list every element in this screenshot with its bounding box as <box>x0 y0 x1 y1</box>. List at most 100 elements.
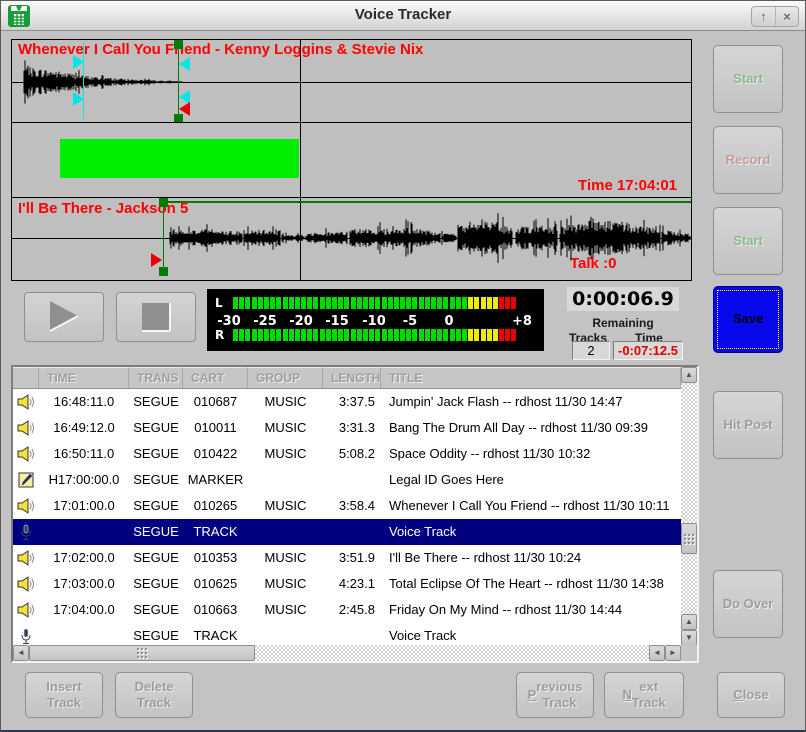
cell-length: 4:23.1 <box>323 571 381 597</box>
log-row-selected[interactable]: SEGUETRACKVoice Track <box>13 519 681 545</box>
speaker-icon <box>17 394 35 410</box>
column-header-title[interactable]: TITLE <box>381 367 681 389</box>
track1-waveform-pane[interactable]: Whenever I Call You Friend - Kenny Loggi… <box>12 40 691 123</box>
horizontal-scrollbar[interactable]: ◄ ◄ ► <box>13 645 681 661</box>
cell-trans: SEGUE <box>129 597 183 623</box>
do-over-button[interactable]: Do Over <box>713 570 783 638</box>
meter-segment-yellow <box>487 297 492 309</box>
cell-icon <box>13 597 39 623</box>
cell-title: Total Eclipse Of The Heart -- rdhost 11/… <box>381 571 681 597</box>
cell-group: MUSIC <box>248 597 323 623</box>
speaker-icon <box>17 498 35 514</box>
titlebar[interactable]: Voice Tracker ↑ × <box>1 1 805 31</box>
cell-time: 17:01:00.0 <box>39 493 129 519</box>
start-handle-icon[interactable] <box>179 102 190 116</box>
scroll-up-button[interactable]: ▲ <box>681 367 697 383</box>
start-handle-icon[interactable] <box>151 253 162 267</box>
meter-segment-green <box>332 329 337 341</box>
shade-button[interactable]: ↑ <box>752 7 775 26</box>
voicetrack-pane[interactable]: Time 17:04:01 <box>12 123 691 198</box>
speaker-icon <box>17 446 35 462</box>
record-button[interactable]: Record <box>713 126 783 194</box>
meter-segment-yellow <box>493 297 498 309</box>
insert-track-button[interactable]: InsertTrack <box>25 672 103 718</box>
cell-trans: SEGUE <box>129 571 183 597</box>
meter-segment-green <box>443 297 448 309</box>
scroll-right-button[interactable]: ► <box>665 645 681 661</box>
column-header-length[interactable]: LENGTH <box>323 367 381 389</box>
scroll-left-button[interactable]: ◄ <box>649 645 665 661</box>
track2-start-line[interactable] <box>163 198 164 276</box>
meter-segment-green <box>276 329 281 341</box>
cell-cart: 010011 <box>183 415 248 441</box>
track2-waveform-pane[interactable]: I'll Be There - Jackson 5 Talk :0 <box>12 198 691 278</box>
column-header-cart[interactable]: CART <box>183 367 248 389</box>
log-row[interactable]: H17:00:00.0SEGUEMARKERLegal ID Goes Here <box>13 467 681 493</box>
horizontal-scroll-track[interactable] <box>255 645 649 661</box>
meter-segment-yellow <box>481 297 486 309</box>
microphone-icon <box>21 628 31 645</box>
stop-button[interactable] <box>116 292 196 342</box>
meter-segment-green <box>313 329 318 341</box>
meter-left-label: L <box>215 296 233 310</box>
log-row[interactable]: 17:03:00.0SEGUE010625MUSIC4:23.1Total Ec… <box>13 571 681 597</box>
meter-segment-green <box>431 297 436 309</box>
play-button[interactable] <box>24 292 104 342</box>
column-header-time[interactable]: TIME <box>39 367 129 389</box>
scroll-up-button[interactable]: ▲ <box>681 614 697 630</box>
segue-handle-icon[interactable] <box>159 198 168 207</box>
scroll-left-button[interactable]: ◄ <box>13 645 29 661</box>
close-button[interactable]: Close <box>717 672 785 718</box>
cell-group: MUSIC <box>248 545 323 571</box>
cell-time: 16:49:12.0 <box>39 415 129 441</box>
voice-track-region[interactable] <box>60 139 299 178</box>
cell-trans: SEGUE <box>129 545 183 571</box>
fade-handle-icon[interactable] <box>179 57 190 71</box>
log-row[interactable]: SEGUETRACKVoice Track <box>13 623 681 647</box>
meter-segment-red <box>511 329 516 341</box>
next-track-button[interactable]: NextTrack <box>604 672 684 718</box>
meter-segment-green <box>437 297 442 309</box>
start-track1-button[interactable]: Start <box>713 45 783 113</box>
segue-handle-icon[interactable] <box>159 267 168 276</box>
cell-length <box>323 519 381 545</box>
meter-scale-tick: -5 <box>403 314 417 329</box>
column-header-icon[interactable] <box>13 367 39 389</box>
cell-cart: 010265 <box>183 493 248 519</box>
previous-track-button[interactable]: PreviousTrack <box>516 672 594 718</box>
fade-handle-icon[interactable] <box>73 55 84 69</box>
meter-scale-tick: -25 <box>253 314 277 329</box>
hit-post-button[interactable]: Hit Post <box>713 391 783 459</box>
log-row[interactable]: 17:04:00.0SEGUE010663MUSIC2:45.8Friday O… <box>13 597 681 623</box>
column-header-trans[interactable]: TRANS <box>129 367 183 389</box>
meter-segment-green <box>437 329 442 341</box>
vertical-scroll-thumb[interactable] <box>681 523 697 554</box>
close-window-button[interactable]: × <box>775 7 798 26</box>
log-row[interactable]: 16:50:11.0SEGUE010422MUSIC5:08.2Space Od… <box>13 441 681 467</box>
log-row[interactable]: 16:49:12.0SEGUE010011MUSIC3:31.3Bang The… <box>13 415 681 441</box>
meter-segment-red <box>511 297 516 309</box>
fade-handle-icon[interactable] <box>73 92 84 106</box>
save-button[interactable]: Save <box>713 286 783 353</box>
meter-segment-green <box>369 297 374 309</box>
vertical-scroll-track[interactable] <box>681 383 697 614</box>
audio-level-meter: L -30-25-20-15-10-50+8 R <box>207 289 544 351</box>
cell-trans: SEGUE <box>129 415 183 441</box>
segue-handle-icon[interactable] <box>174 40 183 49</box>
scroll-down-button[interactable]: ▼ <box>681 630 697 646</box>
start-track2-button[interactable]: Start <box>713 207 783 275</box>
meter-segment-green <box>270 297 275 309</box>
meter-segment-green <box>351 329 356 341</box>
cell-icon <box>13 389 39 415</box>
meter-segment-green <box>313 297 318 309</box>
cell-cart: TRACK <box>183 519 248 545</box>
column-header-group[interactable]: GROUP <box>248 367 323 389</box>
remaining-label: Remaining <box>567 316 679 330</box>
vertical-scrollbar[interactable]: ▲ ▲ ▼ <box>681 367 697 646</box>
delete-track-button[interactable]: DeleteTrack <box>115 672 193 718</box>
log-row[interactable]: 16:48:11.0SEGUE010687MUSIC3:37.5Jumpin' … <box>13 389 681 415</box>
log-row[interactable]: 17:01:00.0SEGUE010265MUSIC3:58.4Whenever… <box>13 493 681 519</box>
meter-segment-green <box>357 329 362 341</box>
log-row[interactable]: 17:02:00.0SEGUE010353MUSIC3:51.9I'll Be … <box>13 545 681 571</box>
horizontal-scroll-thumb[interactable] <box>29 645 255 661</box>
